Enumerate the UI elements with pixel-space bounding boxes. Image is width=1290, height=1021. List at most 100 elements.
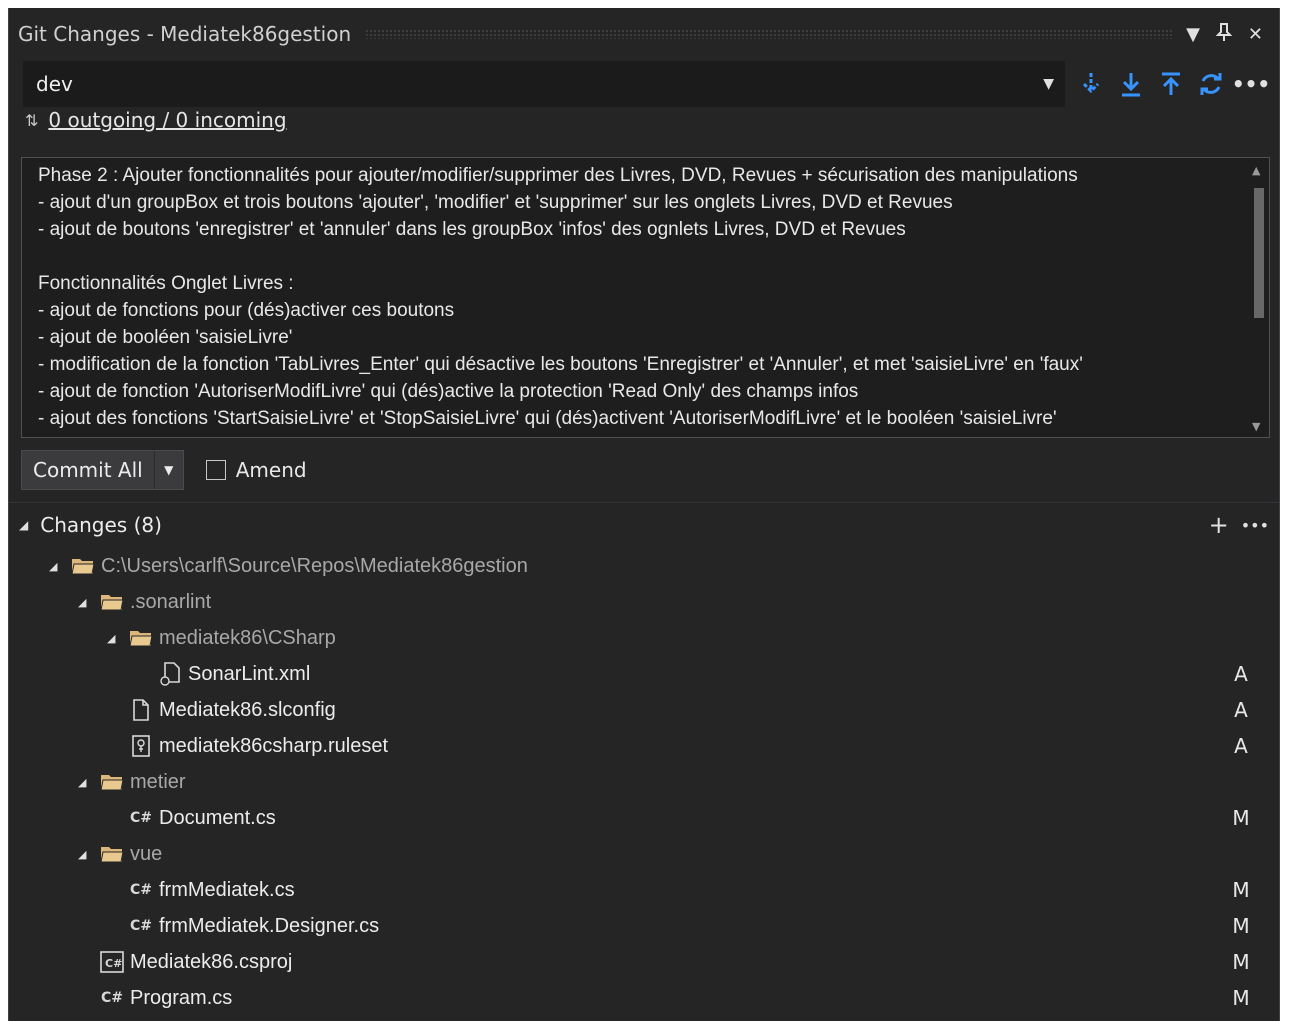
outgoing-incoming-link[interactable]: 0 outgoing / 0 incoming: [48, 108, 286, 132]
tree-file-row[interactable]: C# frmMediatek.cs M: [107, 872, 1273, 908]
commit-message-input[interactable]: Phase 2 : Ajouter fonctionnalités pour a…: [21, 157, 1270, 438]
window-title: Git Changes - Mediatek86gestion: [18, 22, 352, 46]
scroll-down-icon[interactable]: ▼: [1252, 420, 1260, 433]
title-bar: Git Changes - Mediatek86gestion ▼ ✕: [9, 8, 1279, 60]
tree-folder-row[interactable]: ◢ metier: [78, 764, 1273, 800]
tree-item-label: C:\Users\carlf\Source\Repos\Mediatek86ge…: [101, 554, 528, 577]
commit-all-label: Commit All: [22, 451, 155, 489]
file-status-badge: A: [1234, 734, 1248, 758]
expand-triangle-icon[interactable]: ◢: [49, 560, 63, 573]
folder-icon: [100, 773, 124, 791]
tree-item-label: Document.cs: [159, 806, 276, 829]
sync-status: ⇅ 0 outgoing / 0 incoming: [25, 106, 287, 134]
tree-file-row[interactable]: C# Mediatek86.csproj M: [78, 944, 1273, 980]
commit-message-line: - ajout des fonctions 'StartSaisieLivre'…: [38, 408, 1057, 429]
tree-file-row[interactable]: C# frmMediatek.Designer.cs M: [107, 908, 1273, 944]
tree-file-row[interactable]: mediatek86csharp.ruleset A: [107, 728, 1273, 764]
commit-message-line: Fonctionnalités Onglet Livres :: [38, 273, 294, 294]
sync-arrows-icon: ⇅: [25, 110, 39, 130]
file-status-badge: M: [1232, 806, 1250, 830]
tree-folder-row[interactable]: ◢ C:\Users\carlf\Source\Repos\Mediatek86g…: [49, 548, 1273, 584]
file-status-badge: A: [1234, 662, 1248, 686]
tree-item-label: SonarLint.xml: [188, 662, 311, 685]
tree-item-label: Mediatek86.csproj: [130, 950, 293, 973]
collapse-triangle-icon[interactable]: ◢: [19, 518, 28, 532]
scroll-up-icon[interactable]: ▲: [1252, 164, 1260, 177]
stage-all-icon[interactable]: +: [1209, 511, 1229, 539]
commit-message-line: - ajout de fonction 'AutoriserModifLivre…: [38, 381, 859, 402]
file-status-badge: A: [1234, 698, 1248, 722]
folder-icon: [100, 593, 124, 611]
csharp-file-icon: C#: [129, 810, 152, 826]
file-icon: [129, 698, 153, 722]
pin-icon[interactable]: [1215, 22, 1233, 46]
branch-toolbar: dev ▼ •••: [23, 61, 1273, 107]
push-icon[interactable]: [1157, 70, 1185, 98]
commit-message-line: - ajout de fonctions pour (dés)activer c…: [38, 300, 455, 321]
ruleset-file-icon: [129, 734, 153, 758]
csproj-file-icon: C#: [100, 950, 124, 974]
commit-message-line: - ajout d'un groupBox et trois boutons '…: [38, 192, 953, 213]
window-options-icon[interactable]: ▼: [1186, 24, 1200, 45]
commit-message-line: - ajout de booléen 'saisieLivre': [38, 327, 293, 348]
file-status-badge: M: [1232, 986, 1250, 1010]
tree-item-label: Mediatek86.slconfig: [159, 698, 336, 721]
tree-item-label: .sonarlint: [130, 590, 212, 613]
tree-item-label: Program.cs: [130, 986, 233, 1009]
changes-title: Changes (8): [40, 513, 162, 537]
tree-folder-row[interactable]: ◢ .sonarlint: [78, 584, 1273, 620]
divider: [9, 502, 1279, 503]
branch-selector[interactable]: dev ▼: [23, 61, 1065, 107]
commit-message-line: Phase 2 : Ajouter fonctionnalités pour a…: [38, 165, 1078, 186]
pull-icon[interactable]: [1117, 70, 1145, 98]
tree-item-label: mediatek86\CSharp: [159, 626, 336, 649]
chevron-down-icon: ▼: [1043, 76, 1054, 92]
amend-label: Amend: [235, 458, 307, 482]
changes-more-icon[interactable]: •••: [1241, 516, 1269, 535]
tree-file-row[interactable]: C# Program.cs M: [78, 980, 1273, 1016]
sync-icon[interactable]: [1197, 70, 1225, 98]
csharp-file-icon: C#: [129, 918, 152, 934]
commit-all-button[interactable]: Commit All ▼: [21, 450, 184, 490]
expand-triangle-icon[interactable]: ◢: [107, 632, 121, 645]
more-options-icon[interactable]: •••: [1232, 70, 1270, 98]
svg-text:C#: C#: [105, 957, 122, 970]
message-scrollbar[interactable]: ▲ ▼: [1247, 158, 1269, 437]
git-changes-panel: Git Changes - Mediatek86gestion ▼ ✕ dev …: [8, 8, 1280, 1021]
tree-folder-row[interactable]: ◢ mediatek86\CSharp: [107, 620, 1273, 656]
title-grip[interactable]: [365, 29, 1173, 39]
expand-triangle-icon[interactable]: ◢: [78, 596, 92, 609]
file-status-badge: M: [1232, 950, 1250, 974]
branch-name: dev: [36, 72, 73, 96]
tree-file-row[interactable]: Mediatek86.slconfig A: [107, 692, 1273, 728]
file-status-badge: M: [1232, 914, 1250, 938]
tree-file-row[interactable]: SonarLint.xml A: [136, 656, 1273, 692]
tree-file-row[interactable]: C# Document.cs M: [107, 800, 1273, 836]
tree-item-label: frmMediatek.cs: [159, 878, 295, 901]
commit-actions: Commit All ▼ Amend: [21, 450, 307, 490]
close-icon[interactable]: ✕: [1248, 24, 1263, 45]
folder-icon: [71, 557, 95, 575]
expand-triangle-icon[interactable]: ◢: [78, 848, 92, 861]
amend-checkbox[interactable]: Amend: [205, 458, 307, 482]
checkbox-box[interactable]: [205, 460, 226, 480]
folder-icon: [100, 845, 124, 863]
tree-folder-row[interactable]: ◢ vue: [78, 836, 1273, 872]
commit-message-line: - modification de la fonction 'TabLivres…: [38, 354, 1083, 375]
file-status-badge: M: [1232, 878, 1250, 902]
changes-header[interactable]: ◢ Changes (8) + •••: [19, 508, 1269, 542]
commit-message-text: Phase 2 : Ajouter fonctionnalités pour a…: [38, 162, 1239, 437]
tree-item-label: mediatek86csharp.ruleset: [159, 734, 389, 757]
xml-file-icon: [158, 662, 182, 686]
folder-icon: [129, 629, 153, 647]
csharp-file-icon: C#: [129, 882, 152, 898]
scrollbar-thumb[interactable]: [1254, 188, 1264, 318]
commit-message-line: - ajout de boutons 'enregistrer' et 'ann…: [38, 219, 906, 240]
commit-message-line: [38, 243, 1239, 270]
commit-dropdown-icon[interactable]: ▼: [155, 451, 183, 489]
expand-triangle-icon[interactable]: ◢: [78, 776, 92, 789]
tree-item-label: frmMediatek.Designer.cs: [159, 914, 380, 937]
fetch-icon[interactable]: [1077, 70, 1105, 98]
tree-item-label: metier: [130, 770, 186, 793]
tree-item-label: vue: [130, 842, 163, 865]
